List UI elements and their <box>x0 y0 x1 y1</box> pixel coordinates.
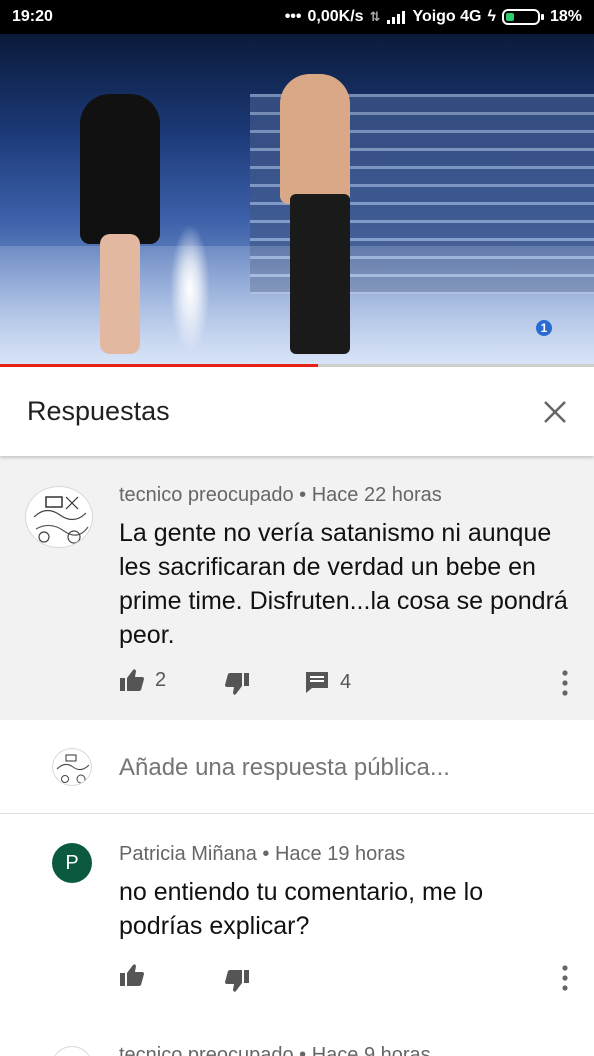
network-speed: 0,00K/s <box>307 8 364 25</box>
more-dots-icon: ••• <box>284 8 302 25</box>
dislike-button[interactable] <box>224 672 250 696</box>
comment-icon <box>306 672 328 693</box>
close-icon[interactable] <box>540 397 570 427</box>
comment-meta: Patricia Miñana • Hace 19 horas <box>119 843 405 866</box>
comment-time: Hace 22 horas <box>311 484 442 506</box>
video-dancer-right-legs <box>290 194 350 354</box>
comment-author[interactable]: tecnico preocupado <box>119 1044 294 1056</box>
battery-icon <box>501 9 544 25</box>
reply-comment-partial: tecnico preocupado • Hace 9 horas <box>0 1036 594 1056</box>
dislike-button[interactable] <box>224 969 250 993</box>
add-reply-row <box>0 720 594 814</box>
data-transfer-icon: ⇅ <box>369 9 381 24</box>
parent-comment: tecnico preocupado • Hace 22 horas La ge… <box>0 456 594 720</box>
thumbs-up-icon <box>120 964 144 986</box>
video-spotlight <box>170 224 210 354</box>
reply-input[interactable] <box>119 754 559 782</box>
comment-text: La gente no vería satanismo ni aunque le… <box>119 519 568 649</box>
like-button[interactable] <box>119 963 145 987</box>
avatar <box>52 748 92 786</box>
avatar-letter: P <box>65 852 79 874</box>
page-title: Respuestas <box>27 396 170 426</box>
comment-meta: tecnico preocupado • Hace 9 horas <box>119 1044 431 1056</box>
meta-separator: • <box>299 1044 307 1056</box>
avatar[interactable] <box>25 486 93 548</box>
video-dancer-left <box>80 94 160 244</box>
meta-separator: • <box>262 843 270 865</box>
battery-percent: 18% <box>549 8 582 25</box>
comment-time: Hace 9 horas <box>311 1044 431 1056</box>
signal-icon <box>387 11 406 24</box>
comment-author[interactable]: Patricia Miñana <box>119 843 257 865</box>
more-vert-icon[interactable] <box>560 668 570 698</box>
comment-text: no entiendo tu comentario, me lo podrías… <box>119 878 484 940</box>
more-vert-icon[interactable] <box>560 963 570 993</box>
status-bar: 19:20 ••• 0,00K/s ⇅ Yoigo 4G ϟ 18% <box>0 0 594 34</box>
replies-button[interactable]: 4 <box>304 670 351 694</box>
thumbs-down-icon <box>225 970 249 992</box>
video-player[interactable]: 1 <box>0 34 594 366</box>
channel-logo: 1 <box>536 320 552 336</box>
avatar <box>52 1046 92 1056</box>
like-count: 2 <box>155 668 167 691</box>
reply-count: 4 <box>340 670 352 693</box>
comment-time: Hace 19 horas <box>274 843 406 865</box>
thumbs-up-icon <box>120 669 144 691</box>
replies-header: Respuestas <box>0 367 594 456</box>
status-time: 19:20 <box>12 8 53 25</box>
thumbs-down-icon <box>225 673 249 695</box>
comment-author[interactable]: tecnico preocupado <box>119 484 294 506</box>
charging-icon: ϟ <box>487 8 496 25</box>
video-dancer-left-legs <box>100 234 140 354</box>
avatar[interactable]: P <box>52 843 92 883</box>
video-dancer-right <box>280 74 350 204</box>
meta-separator: • <box>299 484 307 506</box>
avatar-sketch-icon <box>56 754 90 784</box>
status-right-group: ••• 0,00K/s ⇅ Yoigo 4G ϟ 18% <box>285 8 582 26</box>
like-button[interactable]: 2 <box>119 668 166 692</box>
reply-comment: P Patricia Miñana • Hace 19 horas no ent… <box>0 815 594 1025</box>
carrier-label: Yoigo 4G <box>412 8 482 25</box>
comment-meta: tecnico preocupado • Hace 22 horas <box>119 484 442 507</box>
avatar-sketch-icon <box>33 496 89 544</box>
